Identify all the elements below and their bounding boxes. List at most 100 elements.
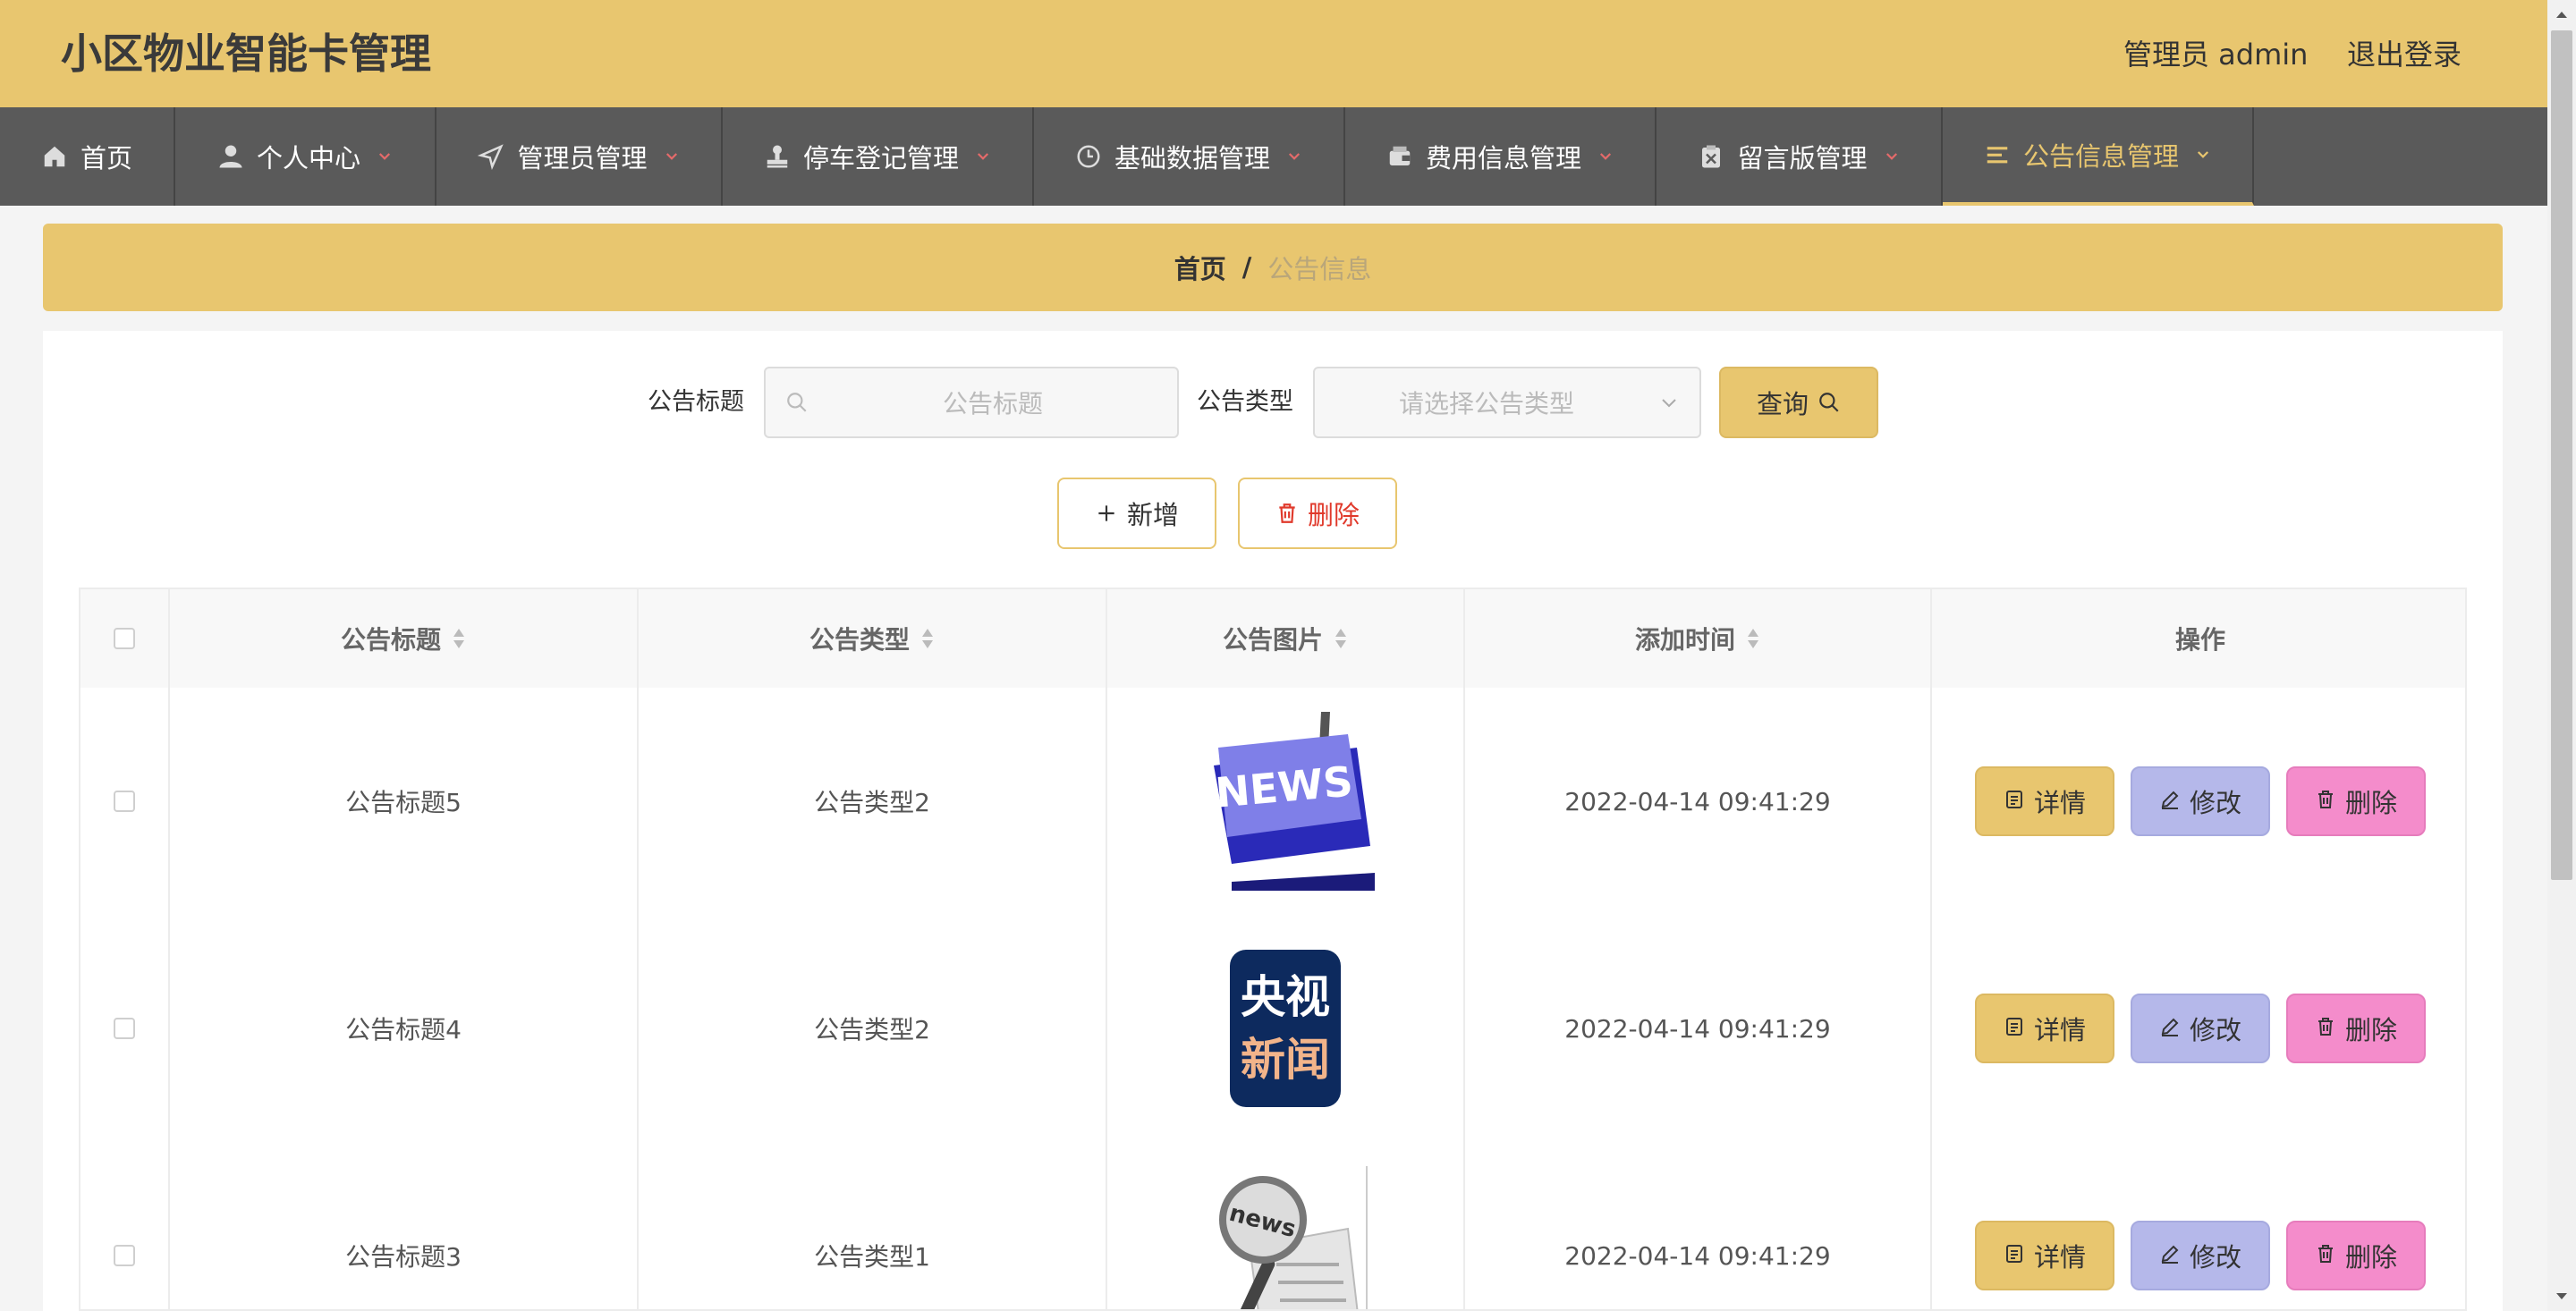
cell-image: news	[1107, 1142, 1465, 1309]
type-select[interactable]: 请选择公告类型	[1313, 367, 1701, 438]
chevron-down-icon	[377, 148, 393, 165]
edit-icon	[2159, 1013, 2181, 1044]
logo-text-bottom: 新闻	[1241, 1034, 1330, 1086]
cell-image: NEWS	[1107, 688, 1465, 915]
edit-button[interactable]: 修改	[2131, 1221, 2270, 1290]
chevron-down-icon	[664, 148, 680, 165]
cell-actions: 详情 修改 删除	[1932, 915, 2465, 1142]
row-select-cell	[80, 688, 170, 915]
delete-button[interactable]: 删除	[2286, 994, 2426, 1063]
row-checkbox[interactable]	[114, 1245, 135, 1266]
chevron-down-icon	[1597, 148, 1614, 165]
sort-icon	[452, 627, 466, 650]
bulk-delete-button[interactable]: 删除	[1238, 478, 1397, 549]
nav-item-label: 公告信息管理	[2022, 141, 2179, 172]
cell-type: 公告类型1	[639, 1142, 1107, 1309]
row-checkbox[interactable]	[114, 791, 135, 812]
list-icon	[1984, 141, 2011, 168]
select-all-checkbox[interactable]	[114, 628, 135, 649]
cell-title: 公告标题4	[170, 915, 639, 1142]
table-row: 公告标题5 公告类型2 NEWS 2022-04-14 09:41:29 详情 …	[80, 688, 2465, 917]
detail-button[interactable]: 详情	[1975, 766, 2114, 836]
document-icon	[2004, 1240, 2025, 1271]
nav-item-fees[interactable]: 费用信息管理	[1345, 107, 1657, 206]
scroll-down-arrow-icon[interactable]	[2547, 1284, 2576, 1309]
edit-button[interactable]: 修改	[2131, 994, 2270, 1063]
logo-text-top: 央视	[1241, 971, 1330, 1023]
sort-icon	[1334, 627, 1348, 650]
nav-item-admin[interactable]: 管理员管理	[436, 107, 723, 206]
delete-button[interactable]: 删除	[2286, 1221, 2426, 1290]
nav-item-parking[interactable]: 停车登记管理	[723, 107, 1034, 206]
table-row: 公告标题3 公告类型1 news 2022-04-14 09:41:29 详情 …	[80, 1142, 2465, 1309]
delete-button[interactable]: 删除	[2286, 766, 2426, 836]
column-header-type[interactable]: 公告类型	[639, 589, 1107, 688]
column-header-label: 公告标题	[340, 625, 441, 655]
logout-button[interactable]: 退出登录	[2347, 32, 2462, 77]
cell-time: 2022-04-14 09:41:29	[1465, 688, 1932, 915]
edit-button[interactable]: 修改	[2131, 766, 2270, 836]
delete-button-label: 删除	[2344, 788, 2397, 818]
column-header-image[interactable]: 公告图片	[1107, 589, 1465, 688]
search-icon	[785, 391, 809, 414]
search-icon	[1818, 391, 1841, 414]
wallet-icon	[1386, 143, 1413, 170]
nav-item-label: 个人中心	[256, 143, 360, 173]
home-icon	[41, 143, 68, 170]
scroll-up-arrow-icon[interactable]	[2547, 2, 2576, 27]
news-magnifier-image: news	[1196, 1166, 1375, 1309]
nav-item-basic-data[interactable]: 基础数据管理	[1034, 107, 1345, 206]
column-header-label: 公告类型	[809, 625, 910, 655]
row-checkbox[interactable]	[114, 1018, 135, 1039]
cell-actions: 详情 修改 删除	[1932, 1142, 2465, 1309]
nav-item-profile[interactable]: 个人中心	[175, 107, 436, 206]
type-filter-label: 公告类型	[1197, 388, 1293, 416]
query-button-label: 查询	[1756, 389, 1809, 419]
column-header-time[interactable]: 添加时间	[1465, 589, 1932, 688]
row-select-cell	[80, 915, 170, 1142]
edit-button-label: 修改	[2189, 788, 2241, 818]
nav-item-home[interactable]: 首页	[0, 107, 175, 206]
query-button[interactable]: 查询	[1719, 367, 1878, 438]
cell-time: 2022-04-14 09:41:29	[1465, 1142, 1932, 1309]
announcement-table: 公告标题 公告类型 公告图片 添加时间 操作 公告标题5 公告类型2 NEWS …	[79, 588, 2467, 1311]
edit-button-label: 修改	[2189, 1015, 2241, 1045]
clipboard-icon	[1698, 143, 1724, 170]
title-filter-label: 公告标题	[648, 388, 744, 416]
detail-button[interactable]: 详情	[1975, 994, 2114, 1063]
column-header-title[interactable]: 公告标题	[170, 589, 639, 688]
delete-button-label: 删除	[2344, 1242, 2397, 1273]
table-header: 公告标题 公告类型 公告图片 添加时间 操作	[80, 589, 2465, 689]
nav-item-label: 基础数据管理	[1114, 143, 1270, 173]
nav-item-announcements[interactable]: 公告信息管理	[1943, 107, 2254, 206]
chevron-down-icon	[975, 148, 991, 165]
nav-item-messages[interactable]: 留言版管理	[1657, 107, 1943, 206]
add-button[interactable]: 新增	[1057, 478, 1216, 549]
page-scrollbar[interactable]	[2547, 0, 2576, 1311]
nav-item-label: 管理员管理	[517, 143, 648, 173]
stamp-icon	[764, 143, 791, 170]
chevron-down-icon	[2195, 147, 2211, 163]
detail-button[interactable]: 详情	[1975, 1221, 2114, 1290]
column-header-label: 公告图片	[1222, 625, 1323, 655]
news-keyboard-image: NEWS	[1196, 712, 1375, 891]
add-button-label: 新增	[1126, 500, 1179, 530]
edit-icon	[2159, 1240, 2181, 1271]
cell-time: 2022-04-14 09:41:29	[1465, 915, 1932, 1142]
admin-label: 管理员 admin	[2123, 38, 2309, 72]
edit-button-label: 修改	[2189, 1242, 2241, 1273]
document-icon	[2004, 1013, 2025, 1044]
cell-type: 公告类型2	[639, 915, 1107, 1142]
clock-icon	[1075, 143, 1102, 170]
breadcrumb-home[interactable]: 首页	[1174, 249, 1226, 286]
sort-icon	[920, 627, 935, 650]
scrollbar-thumb[interactable]	[2551, 30, 2572, 880]
user-icon	[217, 143, 244, 170]
title-search-input[interactable]: 公告标题	[764, 367, 1179, 438]
column-header-label: 添加时间	[1634, 625, 1735, 655]
column-header-label: 操作	[2174, 625, 2225, 655]
document-icon	[2004, 786, 2025, 816]
title-search-placeholder: 公告标题	[942, 389, 1043, 419]
chevron-down-icon	[1884, 148, 1900, 165]
table-row: 公告标题4 公告类型2 央视 新闻 2022-04-14 09:41:29 详情…	[80, 915, 2465, 1144]
